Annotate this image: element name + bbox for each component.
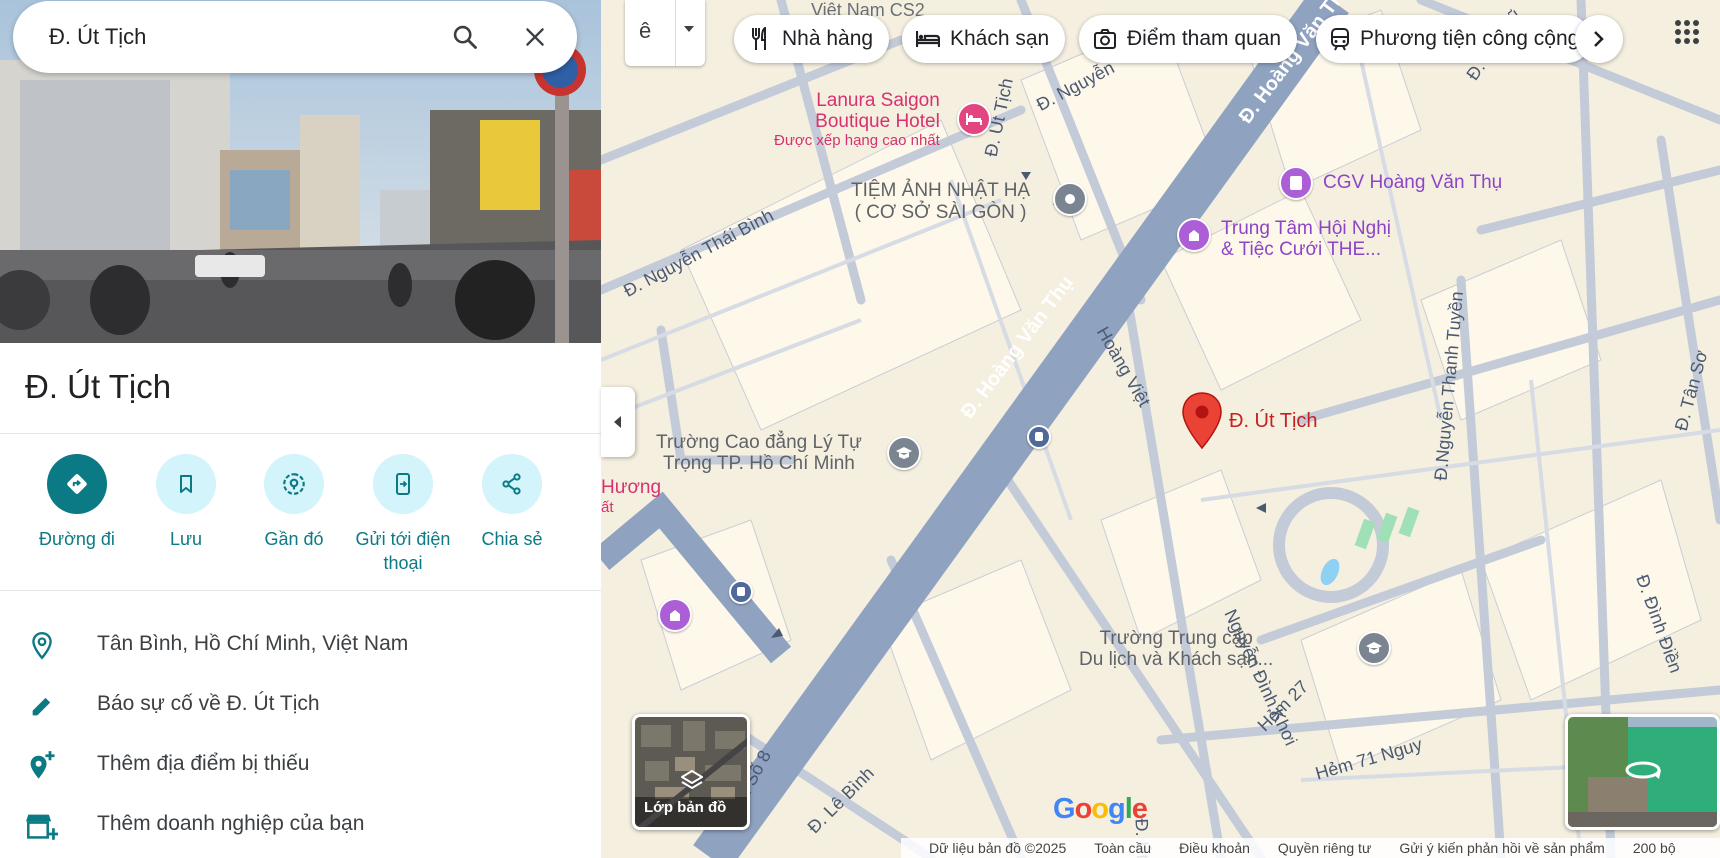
report-issue-row[interactable]: Báo sự cố về Đ. Út Tịch: [0, 678, 601, 730]
share-icon: [502, 473, 521, 495]
bus-stop-icon[interactable]: [729, 580, 753, 604]
street-view-thumbnail[interactable]: [1565, 714, 1720, 830]
add-location-icon: [30, 751, 55, 779]
edit-pencil-icon: [32, 697, 51, 716]
poi-label-hotel[interactable]: Lanura Saigon Boutique Hotel Được xếp hạ…: [774, 90, 940, 150]
chip-restaurants[interactable]: Nhà hàng: [734, 15, 890, 63]
school-icon[interactable]: [1357, 631, 1391, 665]
chevron-down-icon: [684, 26, 694, 32]
directions-button[interactable]: Đường đi: [17, 454, 137, 551]
input-tools-widget[interactable]: ê: [625, 0, 705, 66]
event-venue-icon[interactable]: [658, 598, 692, 632]
nearby-button[interactable]: Gần đó: [234, 454, 354, 551]
place-panel: Đ. Út Tịch Đường đi Lưu Gần đó Gửi tới đ…: [0, 0, 601, 858]
address-row[interactable]: Tân Bình, Hồ Chí Minh, Việt Nam: [0, 618, 601, 670]
chevron-right-icon: [1594, 31, 1604, 47]
train-icon: [1331, 28, 1349, 51]
divider: [0, 590, 601, 591]
feedback-link[interactable]: Gửi ý kiến phản hồi về sản phẩm: [1399, 840, 1605, 856]
layers-button[interactable]: Lớp bản đồ: [632, 714, 750, 830]
map-canvas[interactable]: Đ. Hoàng Văn Thụ Đ. Hoàng Văn Thụ Đ. Ngu…: [601, 0, 1720, 858]
share-button[interactable]: Chia sẻ: [452, 454, 572, 551]
send-to-phone-icon: [396, 473, 410, 495]
pin-icon[interactable]: [1053, 182, 1087, 216]
hotel-icon[interactable]: [957, 102, 991, 136]
scale-label[interactable]: 200 bộ: [1633, 840, 1676, 856]
school-icon[interactable]: [887, 436, 921, 470]
poi-label-cinema[interactable]: CGV Hoàng Văn Thụ: [1323, 172, 1502, 194]
map-footer: Dữ liệu bản đồ ©2025 Toàn cầu Điều khoản…: [901, 838, 1720, 858]
chip-public-transit[interactable]: Phương tiện công cộng: [1316, 15, 1591, 63]
search-button[interactable]: [443, 15, 487, 59]
rotate-360-icon: [1625, 761, 1661, 779]
poi-label-partial[interactable]: Hương ất: [601, 478, 661, 518]
directions-icon: [67, 474, 87, 494]
google-logo: Google: [1053, 793, 1148, 825]
bookmark-icon: [180, 475, 192, 493]
poi-label-college[interactable]: Trường Cao đẳng Lý Tự Trọng TP. Hồ Chí M…: [656, 432, 862, 474]
apps-grid-icon[interactable]: [1673, 18, 1701, 46]
poi-label-event-center[interactable]: Trung Tâm Hội Nghị & Tiệc Cưới THE...: [1221, 218, 1391, 260]
restaurant-icon: [752, 27, 766, 50]
chip-attractions[interactable]: Điểm tham quan: [1079, 15, 1298, 63]
location-pin-icon: [32, 631, 52, 660]
camera-icon: [1094, 29, 1116, 49]
bus-stop-icon[interactable]: [1027, 425, 1051, 449]
maps-app: Đ. Út Tịch Đường đi Lưu Gần đó Gửi tới đ…: [0, 0, 1720, 858]
hotel-bed-icon: [916, 31, 940, 47]
terms-link[interactable]: Điều khoản: [1179, 840, 1250, 856]
search-box: [13, 1, 577, 73]
global-view-link[interactable]: Toàn cầu: [1094, 840, 1151, 856]
chips-scroll-right-button[interactable]: [1575, 15, 1623, 63]
save-button[interactable]: Lưu: [126, 454, 246, 551]
selected-place-label[interactable]: Đ. Út Tịch: [1229, 410, 1318, 433]
add-business-icon: [26, 814, 58, 840]
layers-icon: [681, 770, 703, 789]
send-to-phone-button[interactable]: Gửi tới điện thoại: [343, 454, 463, 575]
add-business-row[interactable]: Thêm doanh nghiệp của bạn: [0, 798, 601, 850]
search-input[interactable]: [49, 15, 429, 59]
cinema-icon[interactable]: [1279, 166, 1313, 200]
add-missing-place-row[interactable]: Thêm địa điểm bị thiếu: [0, 738, 601, 790]
poi-label-photo-studio[interactable]: TIỆM ẢNH NHẬT HẠ ( CƠ SỞ SÀI GÒN ): [851, 180, 1030, 224]
map-tiles: [601, 0, 1720, 858]
selected-place-marker-icon[interactable]: [1181, 392, 1223, 450]
place-title: Đ. Út Tịch: [25, 368, 172, 405]
search-icon: [453, 25, 477, 49]
divider: [0, 433, 601, 434]
caret-left-icon: [614, 416, 621, 428]
input-tool-label: ê: [639, 18, 652, 43]
poi-label-vocational-school[interactable]: Trường Trung cấp Du lịch và Khách sạn...: [1079, 628, 1273, 670]
close-icon: [526, 28, 544, 46]
map-data-attribution: Dữ liệu bản đồ ©2025: [929, 840, 1067, 856]
chip-hotels[interactable]: Khách sạn: [902, 15, 1066, 63]
privacy-link[interactable]: Quyền riêng tư: [1278, 840, 1371, 856]
collapse-panel-button[interactable]: [601, 387, 635, 457]
event-venue-icon[interactable]: [1177, 218, 1211, 252]
clear-search-button[interactable]: [513, 15, 557, 59]
nearby-icon: [283, 473, 305, 495]
layers-label: Lớp bản đồ: [644, 799, 727, 816]
